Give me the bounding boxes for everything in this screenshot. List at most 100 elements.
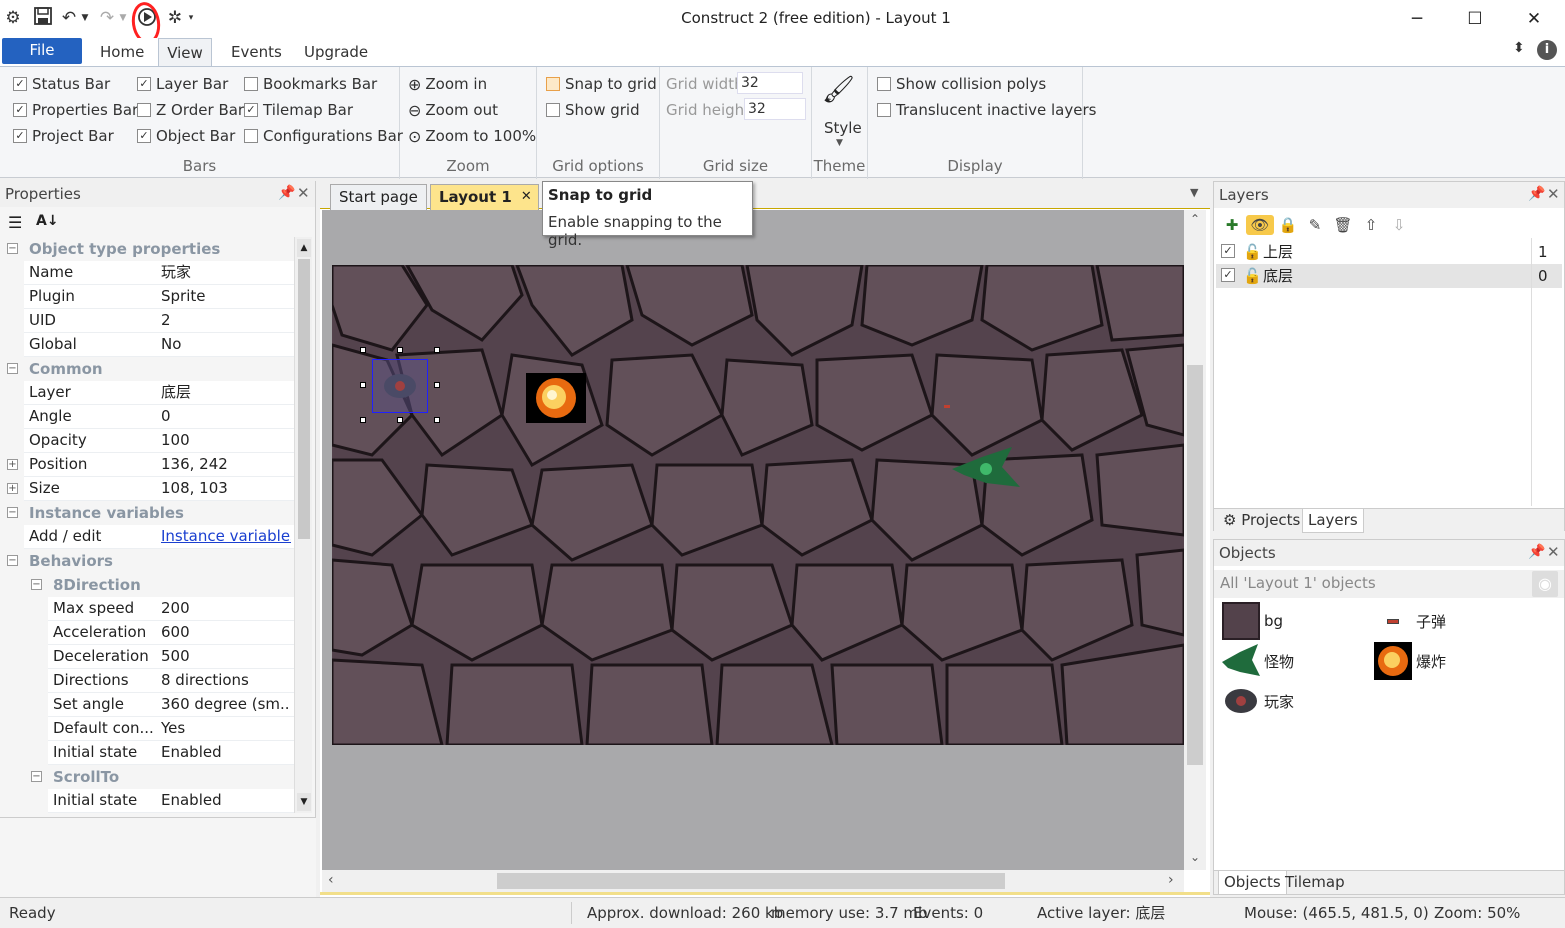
- resize-handle[interactable]: [360, 417, 366, 423]
- scroll-left-icon[interactable]: ‹: [328, 872, 334, 888]
- resize-handle[interactable]: [360, 347, 366, 353]
- tab-events[interactable]: Events: [217, 38, 296, 66]
- property-row-angle[interactable]: Angle 0: [24, 405, 294, 429]
- section-object-type-properties[interactable]: − Object type properties: [0, 237, 294, 261]
- property-row-default-controls[interactable]: Default con... Yes: [48, 717, 294, 741]
- section-instance-variables[interactable]: − Instance variables: [0, 501, 294, 525]
- scroll-down-icon[interactable]: ⌄: [1190, 850, 1200, 864]
- property-row-global[interactable]: Global No: [24, 333, 294, 357]
- zoom-in-button[interactable]: ⊕ Zoom in: [408, 74, 487, 94]
- tab-tilemap[interactable]: Tilemap: [1280, 871, 1350, 895]
- chevron-down-icon[interactable]: ▼: [836, 138, 843, 148]
- checkbox-tilemap-bar[interactable]: ✓ Tilemap Bar: [244, 100, 353, 120]
- section-common[interactable]: − Common: [0, 357, 294, 381]
- monster-sprite[interactable]: [952, 447, 1022, 495]
- resize-handle[interactable]: [360, 382, 366, 388]
- tab-list-dropdown-icon[interactable]: ▼: [1190, 186, 1198, 199]
- resize-handle[interactable]: [397, 347, 403, 353]
- tab-view[interactable]: View: [158, 38, 212, 67]
- minimize-button[interactable]: ─: [1388, 0, 1446, 38]
- property-row-position[interactable]: Position 136, 242: [24, 453, 294, 477]
- object-item-monster[interactable]: 怪物: [1222, 642, 1294, 680]
- object-item-explosion[interactable]: 爆炸: [1374, 642, 1446, 680]
- property-row-initial-state-scrollto[interactable]: Initial state Enabled: [48, 789, 294, 813]
- grid-height-input[interactable]: 32: [744, 98, 806, 120]
- zoom-100-button[interactable]: ⊙ Zoom to 100%: [408, 126, 536, 146]
- property-row-size[interactable]: Size 108, 103: [24, 477, 294, 501]
- sort-alphabetical-icon[interactable]: A↓: [36, 213, 59, 229]
- property-row-opacity[interactable]: Opacity 100: [24, 429, 294, 453]
- tab-upgrade[interactable]: Upgrade: [290, 38, 382, 66]
- lock-icon[interactable]: 🔒: [1278, 215, 1298, 235]
- tab-home[interactable]: Home: [86, 38, 158, 66]
- scrollbar-thumb[interactable]: [298, 259, 310, 539]
- property-row-set-angle[interactable]: Set angle 360 degree (sm...: [48, 693, 294, 717]
- checkbox-checked-icon[interactable]: ✓: [1221, 268, 1235, 282]
- checkbox-show-collision-polys[interactable]: Show collision polys: [877, 74, 1046, 94]
- object-item-bg[interactable]: bg: [1222, 602, 1283, 640]
- style-brush-icon[interactable]: 🖌: [822, 75, 855, 105]
- tab-layout-1[interactable]: Layout 1 ✕: [430, 184, 539, 210]
- pin-icon[interactable]: 📌: [278, 185, 295, 201]
- expand-size-icon[interactable]: +: [0, 477, 24, 501]
- pin-icon[interactable]: 📌: [1528, 544, 1545, 560]
- unlocked-icon[interactable]: 🔓: [1243, 240, 1262, 264]
- property-row-layer[interactable]: Layer 底层: [24, 381, 294, 405]
- explosion-sprite[interactable]: [526, 373, 586, 423]
- info-icon[interactable]: i: [1537, 40, 1557, 60]
- checkbox-translucent-inactive-layers[interactable]: Translucent inactive layers: [877, 100, 1096, 120]
- layer-row-selected[interactable]: ✓ 🔓 底层 0: [1216, 264, 1562, 288]
- checkbox-z-order-bar[interactable]: Z Order Bar: [137, 100, 244, 120]
- expand-position-icon[interactable]: +: [0, 453, 24, 477]
- scroll-right-icon[interactable]: ›: [1168, 872, 1174, 888]
- tab-layers[interactable]: Layers: [1302, 509, 1364, 533]
- eye-icon[interactable]: 👁: [1246, 215, 1274, 235]
- add-layer-icon[interactable]: ✚: [1222, 215, 1242, 235]
- pencil-icon[interactable]: ✎: [1305, 215, 1325, 235]
- checkbox-object-bar[interactable]: ✓ Object Bar: [137, 126, 235, 146]
- checkbox-properties-bar[interactable]: ✓ Properties Bar: [13, 100, 138, 120]
- trash-icon[interactable]: 🗑: [1333, 215, 1353, 235]
- filter-options-icon[interactable]: ◉: [1532, 571, 1558, 597]
- close-icon[interactable]: ✕: [1547, 185, 1560, 203]
- close-icon[interactable]: ✕: [297, 184, 310, 202]
- checkbox-layer-bar[interactable]: ✓ Layer Bar: [137, 74, 228, 94]
- unlocked-icon[interactable]: 🔓: [1243, 264, 1262, 288]
- pin-icon[interactable]: 📌: [1528, 186, 1545, 202]
- checkbox-bookmarks-bar[interactable]: Bookmarks Bar: [244, 74, 377, 94]
- checkbox-project-bar[interactable]: ✓ Project Bar: [13, 126, 114, 146]
- move-down-icon[interactable]: ⇩: [1389, 215, 1409, 235]
- tab-file[interactable]: File: [2, 38, 82, 64]
- section-8direction[interactable]: −8Direction: [24, 573, 294, 597]
- scroll-up-icon[interactable]: ▲: [297, 239, 311, 257]
- layer-row[interactable]: ✓ 🔓 上层 1: [1216, 240, 1562, 264]
- checkbox-snap-to-grid[interactable]: Snap to grid: [546, 74, 657, 94]
- resize-handle[interactable]: [434, 382, 440, 388]
- resize-handle[interactable]: [434, 347, 440, 353]
- section-behaviors[interactable]: − Behaviors: [0, 549, 294, 573]
- resize-handle[interactable]: [397, 417, 403, 423]
- scrollbar-thumb[interactable]: [497, 873, 1005, 889]
- tab-projects[interactable]: ⚙ Projects: [1218, 509, 1305, 533]
- bullet-sprite[interactable]: [944, 405, 950, 408]
- layout-canvas[interactable]: [332, 265, 1184, 745]
- checkbox-status-bar[interactable]: ✓ Status Bar: [13, 74, 110, 94]
- close-icon[interactable]: ✕: [1547, 543, 1560, 561]
- horizontal-scrollbar[interactable]: ‹ ›: [322, 870, 1184, 892]
- grid-width-input[interactable]: 32: [737, 72, 803, 94]
- vertical-scrollbar[interactable]: ⌃ ⌄: [1184, 210, 1206, 870]
- object-item-bullet[interactable]: 子弹: [1374, 602, 1446, 640]
- ribbon-scroll-icon[interactable]: ⬍: [1513, 40, 1525, 56]
- property-row-deceleration[interactable]: Deceleration 500: [48, 645, 294, 669]
- property-row-initial-state[interactable]: Initial state Enabled: [48, 741, 294, 765]
- scroll-up-icon[interactable]: ⌃: [1190, 212, 1200, 226]
- close-tab-icon[interactable]: ✕: [521, 185, 532, 209]
- scrollbar-thumb[interactable]: [1187, 365, 1203, 765]
- tab-objects[interactable]: Objects: [1218, 871, 1287, 895]
- checkbox-configurations-bar[interactable]: Configurations Bar: [244, 126, 403, 146]
- maximize-button[interactable]: ☐: [1446, 0, 1504, 38]
- resize-handle[interactable]: [434, 417, 440, 423]
- zoom-out-button[interactable]: ⊖ Zoom out: [408, 100, 498, 120]
- close-button[interactable]: ✕: [1505, 0, 1563, 38]
- checkbox-checked-icon[interactable]: ✓: [1221, 244, 1235, 258]
